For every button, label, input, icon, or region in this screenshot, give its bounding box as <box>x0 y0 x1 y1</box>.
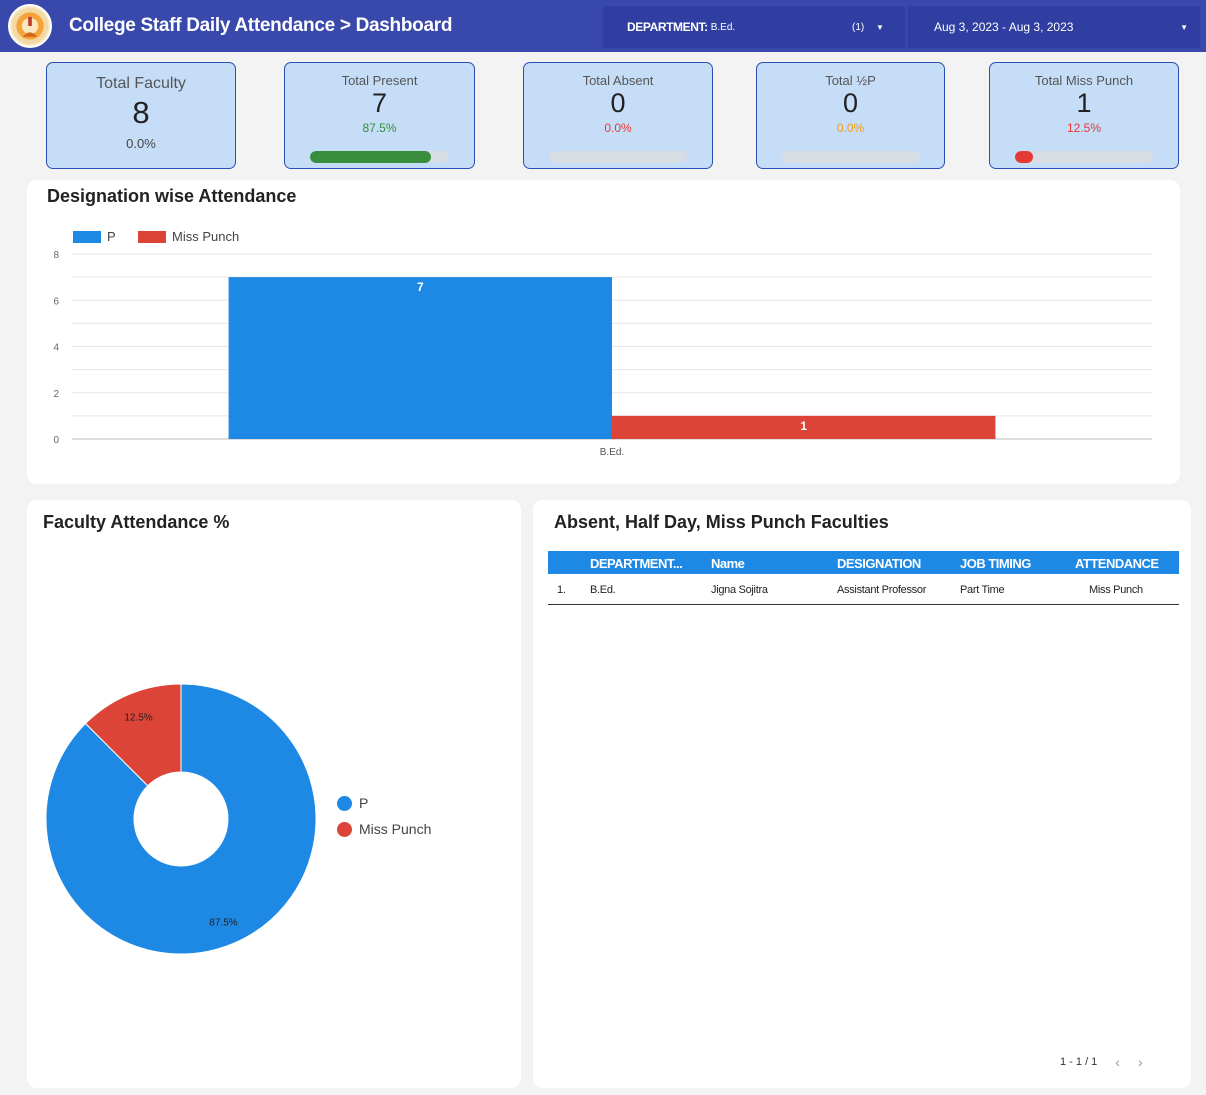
table-row[interactable]: 1. B.Ed. Jigna Sojitra Assistant Profess… <box>548 577 1179 605</box>
cell-job-timing: Part Time <box>960 584 1005 596</box>
slice-label: 12.5% <box>124 712 152 723</box>
scorecard-total-present: Total Present 7 87.5% <box>284 62 475 169</box>
scorecard-value: 0 <box>842 88 859 118</box>
chevron-left-icon[interactable]: ‹ <box>1115 1054 1120 1070</box>
scorecard-percent: 0.0% <box>836 121 865 135</box>
scorecard-total-absent: Total Absent 0 0.0% <box>523 62 713 169</box>
designation-chart-title: Designation wise Attendance <box>47 186 297 206</box>
scorecard-total-faculty: Total Faculty 8 0.0% <box>46 62 236 169</box>
table-pagination: 1 - 1 / 1 ‹ › <box>1060 1054 1143 1070</box>
column-header-department[interactable]: DEPARTMENT... <box>590 556 683 571</box>
bar-p[interactable] <box>228 277 612 439</box>
pie-legend-item[interactable]: Miss Punch <box>337 821 431 837</box>
cell-name: Jigna Sojitra <box>711 584 768 596</box>
chevron-right-icon[interactable]: › <box>1138 1054 1143 1070</box>
absent-faculties-title: Absent, Half Day, Miss Punch Faculties <box>554 512 889 532</box>
designation-bar-chart: 0 2 4 6 8 7 1 B.Ed. <box>53 250 1152 458</box>
scorecard-percent: 87.5% <box>362 121 397 135</box>
bar-data-label: 1 <box>800 419 807 433</box>
scorecard-progress-bar <box>1015 151 1153 163</box>
scorecard-value: 0 <box>610 88 626 118</box>
department-filter-value: B.Ed. <box>710 21 736 33</box>
faculty-attendance-donut-chart: 87.5% 12.5% <box>45 683 317 955</box>
column-header-job-timing[interactable]: JOB TIMING <box>960 556 1031 571</box>
pie-legend-item[interactable]: P <box>337 795 368 811</box>
scorecard-value: 1 <box>1076 88 1092 118</box>
scorecard-progress-fill <box>310 151 431 163</box>
x-tick-label: B.Ed. <box>600 447 624 458</box>
cell-designation: Assistant Professor <box>837 584 927 596</box>
y-tick-label: 4 <box>53 343 59 354</box>
scorecard-percent: 0.0% <box>604 121 632 135</box>
bar-data-label: 7 <box>417 280 424 294</box>
cell-attendance: Miss Punch <box>1089 584 1143 596</box>
top-bar: College Staff Daily Attendance > Dashboa… <box>0 0 1206 52</box>
chevron-down-icon: ▼ <box>876 22 884 32</box>
scorecard-label: Total Faculty <box>96 75 186 92</box>
y-tick-label: 2 <box>53 389 59 400</box>
scorecard-label: Total Miss Punch <box>1034 73 1134 88</box>
legend-label: Miss Punch <box>359 821 432 837</box>
college-logo <box>8 4 52 48</box>
pagination-label: 1 - 1 / 1 <box>1060 1056 1098 1068</box>
column-header-designation[interactable]: DESIGNATION <box>837 556 921 571</box>
faculty-attendance-title: Faculty Attendance % <box>43 512 230 532</box>
table-header: DEPARTMENT... Name DESIGNATION JOB TIMIN… <box>548 551 1179 574</box>
slice-label: 87.5% <box>209 918 237 929</box>
column-header-name[interactable]: Name <box>711 556 745 571</box>
department-filter[interactable]: DEPARTMENT: B.Ed. (1) ▼ <box>603 6 905 48</box>
scorecard-progress-bar <box>549 151 687 163</box>
scorecard-label: Total ½P <box>825 73 876 88</box>
date-range-picker[interactable]: Aug 3, 2023 - Aug 3, 2023 ▼ <box>908 6 1200 48</box>
scorecard-percent: 0.0% <box>126 136 156 151</box>
legend-swatch <box>337 795 352 811</box>
date-range-value: Aug 3, 2023 - Aug 3, 2023 <box>934 20 1074 34</box>
scorecard-label: Total Absent <box>582 73 654 88</box>
scorecard-total-half-p: Total ½P 0 0.0% <box>756 62 945 169</box>
row-index: 1. <box>557 584 566 596</box>
scorecard-label: Total Present <box>341 73 418 88</box>
scorecard-value: 7 <box>371 88 388 118</box>
y-tick-label: 0 <box>53 435 59 446</box>
department-filter-label: DEPARTMENT: <box>627 20 708 34</box>
department-filter-count: (1) <box>852 21 865 33</box>
scorecard-progress-bar <box>310 151 448 163</box>
scorecard-value: 8 <box>132 95 150 130</box>
y-tick-label: 6 <box>53 296 59 307</box>
y-tick-label: 8 <box>53 250 59 261</box>
cell-department: B.Ed. <box>590 584 616 596</box>
scorecard-total-miss-punch: Total Miss Punch 1 12.5% <box>989 62 1179 169</box>
legend-label: P <box>359 795 369 811</box>
scorecard-progress-fill <box>1015 151 1033 163</box>
column-header-attendance[interactable]: ATTENDANCE <box>1075 556 1159 571</box>
page-title: College Staff Daily Attendance > Dashboa… <box>69 15 453 36</box>
scorecard-percent: 12.5% <box>1066 121 1102 135</box>
chevron-down-icon: ▼ <box>1180 22 1188 32</box>
legend-swatch <box>337 821 352 837</box>
scorecard-progress-bar <box>782 151 920 163</box>
